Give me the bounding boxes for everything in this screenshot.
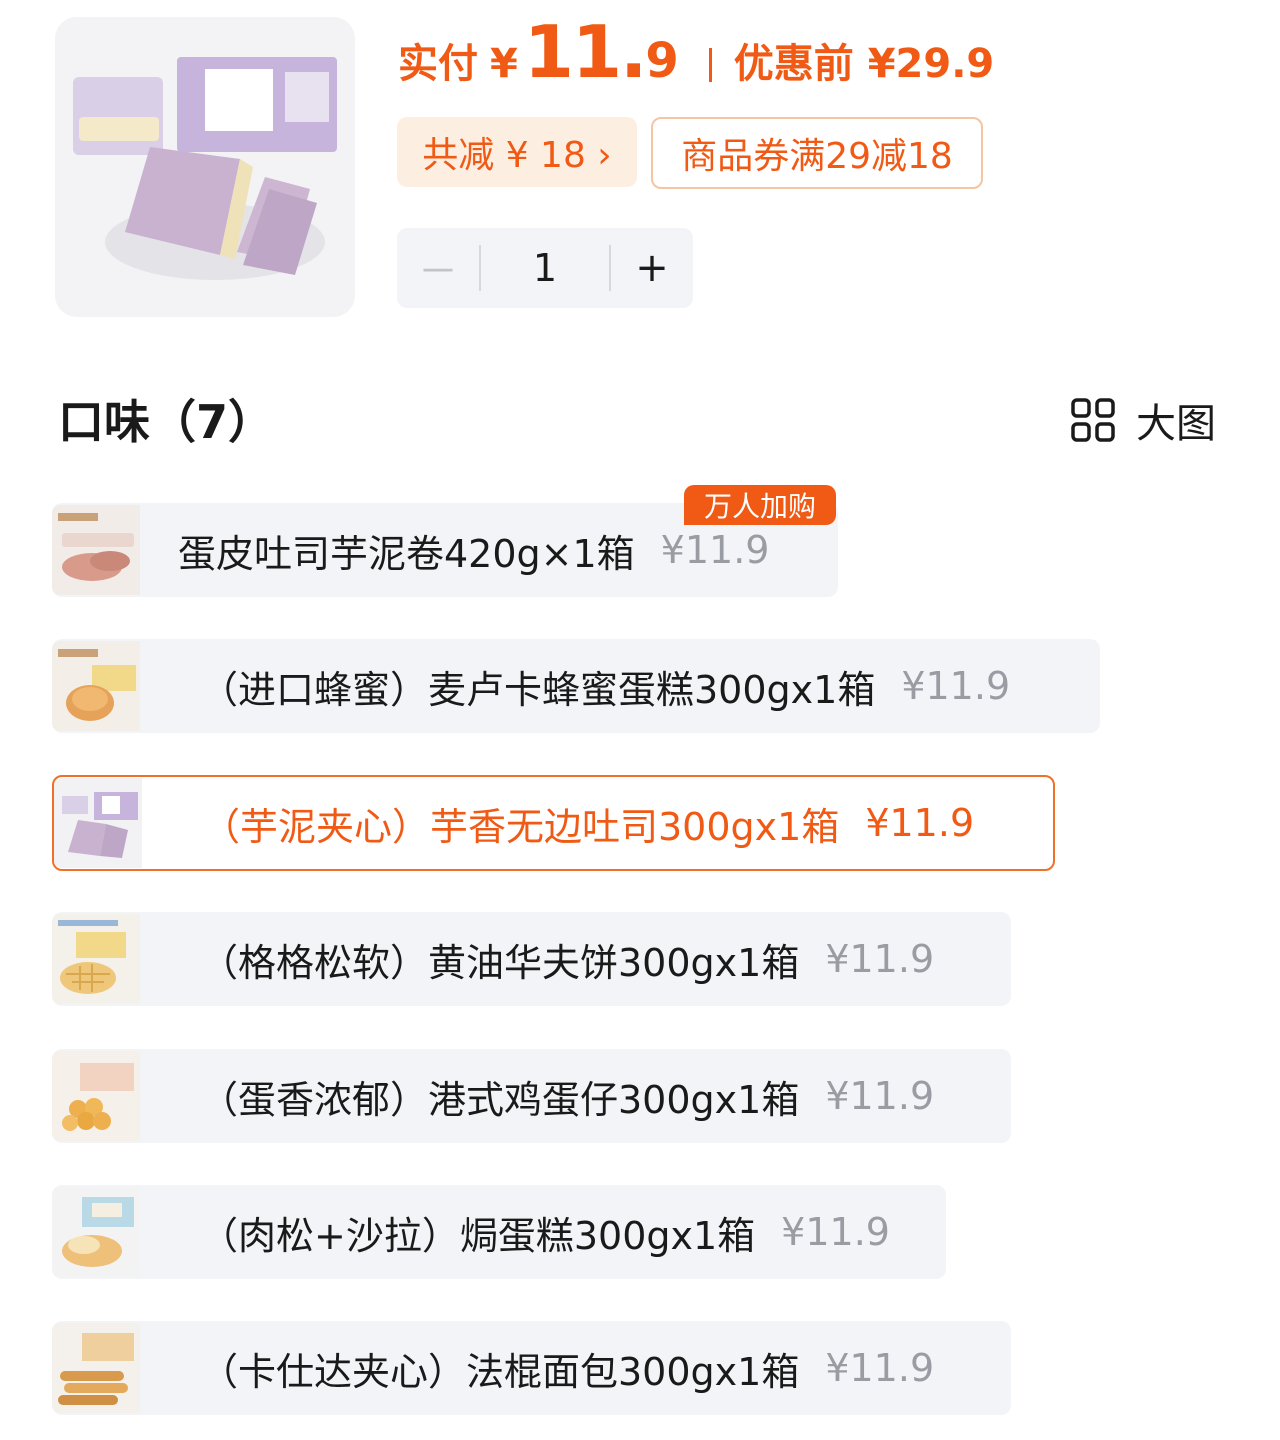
flavor-option[interactable]: （卡仕达夹心）法棍面包300gx1箱 ¥11.9 xyxy=(52,1321,1011,1415)
price-divider xyxy=(708,48,712,82)
option-name: （进口蜂蜜）麦卢卡蜂蜜蛋糕300gx1箱 xyxy=(200,667,876,712)
option-price: ¥11.9 xyxy=(660,528,770,572)
paid-price-integer: 11. xyxy=(523,10,648,94)
flavor-option-selected[interactable]: （芋泥夹心）芋香无边吐司300gx1箱 ¥11.9 xyxy=(52,775,1055,871)
option-price: ¥11.9 xyxy=(825,1074,935,1118)
flavor-section-title: 口味（7） xyxy=(58,395,275,449)
paid-price-line: 实付 ¥ 11. 9 优惠前 ¥29.9 xyxy=(398,10,994,100)
increase-button[interactable]: + xyxy=(611,245,693,291)
option-thumbnail xyxy=(52,641,140,731)
large-image-toggle[interactable]: 大图 xyxy=(1070,392,1216,448)
flavor-option[interactable]: （格格松软）黄油华夫饼300gx1箱 ¥11.9 xyxy=(52,912,1011,1006)
option-thumbnail xyxy=(52,505,140,595)
paid-price-decimal: 9 xyxy=(645,33,679,89)
option-name: （肉松+沙拉）焗蛋糕300gx1箱 xyxy=(200,1213,756,1258)
product-image[interactable] xyxy=(55,17,355,317)
option-price: ¥11.9 xyxy=(781,1210,890,1254)
option-thumbnail xyxy=(52,1187,140,1277)
option-price: ¥11.9 xyxy=(901,664,1011,708)
flavor-option[interactable]: （进口蜂蜜）麦卢卡蜂蜜蛋糕300gx1箱 ¥11.9 xyxy=(52,639,1100,733)
large-image-label: 大图 xyxy=(1136,401,1216,447)
coupon-tag: 商品券满29减18 xyxy=(651,117,983,189)
option-price: ¥11.9 xyxy=(825,1346,935,1390)
paid-label: 实付 xyxy=(398,41,478,87)
currency-symbol: ¥ xyxy=(490,41,518,87)
flavor-option[interactable]: （蛋香浓郁）港式鸡蛋仔300gx1箱 ¥11.9 xyxy=(52,1049,1011,1143)
quantity-stepper: － 1 + xyxy=(397,228,693,308)
option-name: （卡仕达夹心）法棍面包300gx1箱 xyxy=(200,1349,800,1394)
decrease-button[interactable]: － xyxy=(397,239,479,297)
option-thumbnail xyxy=(52,1323,140,1413)
total-discount-tag[interactable]: 共减 ¥ 18 › xyxy=(397,117,637,187)
option-name: （格格松软）黄油华夫饼300gx1箱 xyxy=(200,940,800,985)
option-name: （蛋香浓郁）港式鸡蛋仔300gx1箱 xyxy=(200,1077,800,1122)
option-price: ¥11.9 xyxy=(825,937,935,981)
option-thumbnail xyxy=(52,1051,140,1141)
option-thumbnail xyxy=(52,914,140,1004)
quantity-value[interactable]: 1 xyxy=(481,246,609,290)
option-name: 蛋皮吐司芋泥卷420g×1箱 xyxy=(178,531,635,576)
option-thumbnail xyxy=(54,778,142,868)
option-price: ¥11.9 xyxy=(865,801,975,845)
option-name: （芋泥夹心）芋香无边吐司300gx1箱 xyxy=(202,804,840,849)
flavor-option[interactable]: （肉松+沙拉）焗蛋糕300gx1箱 ¥11.9 xyxy=(52,1185,946,1279)
popular-badge: 万人加购 xyxy=(684,485,836,525)
original-price: 优惠前 ¥29.9 xyxy=(733,41,995,87)
grid-icon xyxy=(1071,398,1115,442)
